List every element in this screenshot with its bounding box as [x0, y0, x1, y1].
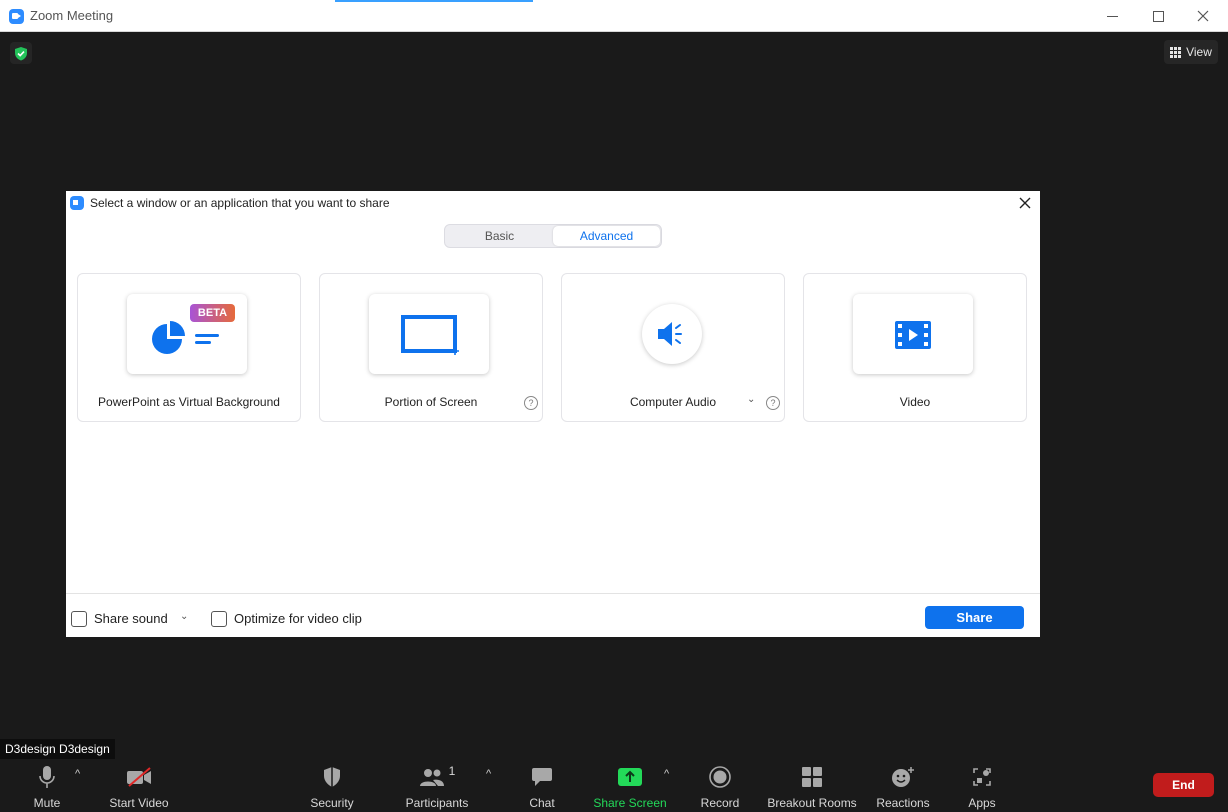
- tab-advanced[interactable]: Advanced: [553, 226, 660, 246]
- close-window-button[interactable]: [1180, 0, 1226, 32]
- optimize-video-checkbox[interactable]: [211, 611, 227, 627]
- option-tile: [853, 294, 973, 374]
- maximize-icon: [1152, 10, 1164, 22]
- title-accent-line: [335, 0, 533, 2]
- window-title: Zoom Meeting: [30, 8, 114, 23]
- screen-portion-icon: [401, 315, 459, 355]
- reactions-button[interactable]: Reactions: [876, 764, 930, 810]
- encryption-shield-button[interactable]: [10, 42, 32, 64]
- share-sound-checkbox[interactable]: [71, 611, 87, 627]
- breakout-rooms-icon: [797, 764, 827, 789]
- option-video[interactable]: Video: [803, 273, 1027, 422]
- share-screen-button[interactable]: Share Screen: [593, 764, 667, 810]
- apps-icon: [967, 764, 997, 789]
- option-label: PowerPoint as Virtual Background: [98, 395, 280, 409]
- video-off-icon: [124, 764, 154, 789]
- apps-label: Apps: [968, 796, 996, 810]
- shield-check-icon: [15, 46, 27, 60]
- option-label: Video: [899, 395, 931, 409]
- close-icon: [1197, 10, 1209, 22]
- optimize-video-label[interactable]: Optimize for video clip: [234, 611, 362, 626]
- share-dialog: Select a window or an application that y…: [66, 191, 1040, 637]
- breakout-rooms-label: Breakout Rooms: [767, 796, 857, 810]
- option-tile: [642, 304, 702, 364]
- zoom-logo-icon: [70, 196, 84, 210]
- audio-options-caret-icon[interactable]: ^: [75, 768, 80, 780]
- chat-bubble-icon: [527, 764, 557, 789]
- close-icon: [1019, 197, 1031, 209]
- share-button[interactable]: Share: [925, 606, 1024, 629]
- participant-count: 1: [448, 763, 456, 778]
- zoom-logo-icon: [9, 9, 24, 24]
- apps-button[interactable]: Apps: [964, 764, 1000, 810]
- view-label: View: [1186, 45, 1212, 59]
- speaker-icon: [658, 322, 682, 346]
- chevron-down-icon[interactable]: ⌄: [180, 611, 188, 622]
- participants-caret-icon[interactable]: ^: [486, 768, 491, 780]
- record-icon: [705, 764, 735, 789]
- security-button[interactable]: Security: [308, 764, 356, 810]
- help-icon[interactable]: ?: [524, 396, 538, 410]
- dialog-header: Select a window or an application that y…: [66, 191, 1040, 215]
- chevron-down-icon[interactable]: ⌄: [747, 394, 755, 405]
- minimize-icon: [1106, 15, 1118, 17]
- view-button[interactable]: View: [1164, 40, 1218, 64]
- help-icon[interactable]: ?: [766, 396, 780, 410]
- grid-icon: [1170, 46, 1182, 58]
- dialog-footer: Share sound ⌄ Optimize for video clip Sh…: [66, 593, 1040, 637]
- start-video-label: Start Video: [109, 796, 169, 810]
- share-sound-label[interactable]: Share sound: [94, 611, 168, 626]
- minimize-button[interactable]: [1089, 0, 1135, 32]
- chat-button[interactable]: Chat: [526, 764, 558, 810]
- record-button[interactable]: Record: [700, 764, 740, 810]
- security-shield-icon: [317, 764, 347, 789]
- option-tile: [369, 294, 489, 374]
- chat-label: Chat: [529, 796, 555, 810]
- reactions-smiley-icon: [888, 764, 918, 789]
- dialog-title: Select a window or an application that y…: [90, 196, 390, 210]
- share-screen-arrow-icon: [615, 764, 645, 789]
- record-label: Record: [700, 796, 740, 810]
- mute-button[interactable]: Mute: [30, 764, 64, 810]
- participant-name-tag: D3design D3design: [0, 739, 115, 759]
- participants-button[interactable]: 1 Participants: [404, 764, 470, 811]
- start-video-button[interactable]: Start Video: [108, 764, 170, 810]
- option-powerpoint-background[interactable]: BETA PowerPoint as Virtual Background: [77, 273, 301, 422]
- reactions-label: Reactions: [876, 796, 930, 810]
- participants-icon: 1: [417, 764, 457, 789]
- share-screen-label: Share Screen: [593, 796, 667, 810]
- tab-basic[interactable]: Basic: [446, 226, 553, 246]
- film-play-icon: [895, 321, 931, 349]
- option-computer-audio[interactable]: Computer Audio ⌄ ?: [561, 273, 785, 422]
- beta-badge: BETA: [190, 304, 235, 322]
- option-portion-of-screen[interactable]: Portion of Screen ?: [319, 273, 543, 422]
- meeting-toolbar: Mute ^ Start Video Security 1 Participan…: [0, 760, 1228, 812]
- end-meeting-button[interactable]: End: [1153, 773, 1214, 797]
- window-title-bar: Zoom Meeting: [0, 0, 1228, 32]
- maximize-button[interactable]: [1135, 0, 1181, 32]
- share-options-caret-icon[interactable]: ^: [664, 768, 669, 780]
- option-tile: BETA: [127, 294, 247, 374]
- security-label: Security: [310, 796, 354, 810]
- powerpoint-pie-icon: [152, 321, 219, 354]
- participants-label: Participants: [405, 796, 469, 810]
- dialog-close-button[interactable]: [1016, 194, 1034, 212]
- option-label: Portion of Screen: [384, 395, 478, 409]
- microphone-icon: [32, 764, 62, 789]
- breakout-rooms-button[interactable]: Breakout Rooms: [767, 764, 857, 810]
- share-mode-tabs: Basic Advanced: [444, 224, 662, 248]
- mute-label: Mute: [33, 796, 61, 810]
